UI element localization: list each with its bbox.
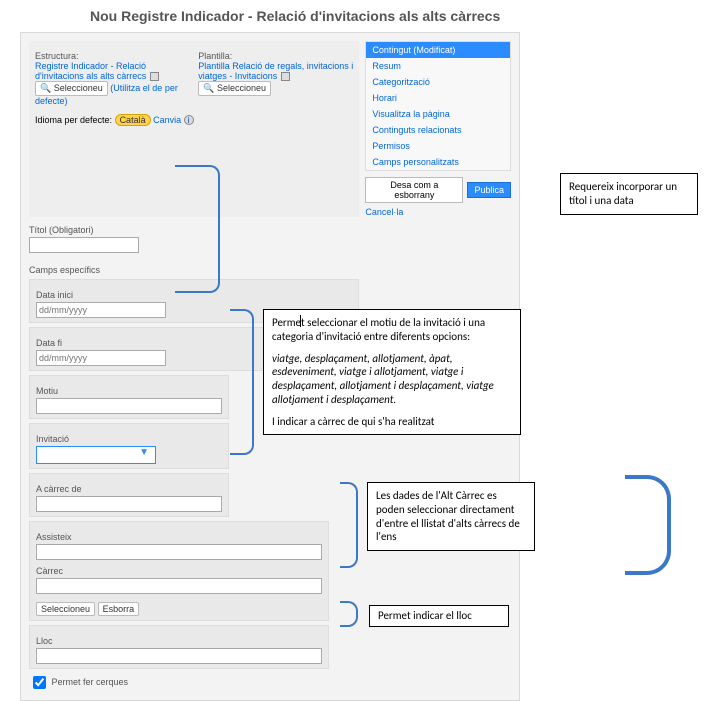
structure-link[interactable]: Registre Indicador - Relació d'invitacio…: [35, 61, 146, 81]
annotation-lloc: Permet indicar el lloc: [369, 605, 509, 627]
info-icon[interactable]: i: [184, 115, 194, 125]
annotation-motiu-p3: I indicar a càrrec de qui s'ha realitzat: [272, 415, 512, 429]
nav-item-custom-fields[interactable]: Camps personalitzats: [366, 154, 510, 170]
motiu-label: Motiu: [36, 386, 222, 396]
lloc-input[interactable]: [36, 648, 322, 664]
brace-1: [175, 165, 220, 293]
search-checkbox[interactable]: [33, 676, 46, 689]
invitacio-label: Invitació: [36, 434, 222, 444]
data-inici-input[interactable]: [36, 302, 166, 318]
carrec-input[interactable]: [36, 578, 322, 594]
nav-item-summary[interactable]: Resum: [366, 58, 510, 74]
carrec-label: Càrrec: [36, 566, 322, 576]
assisteix-label: Assisteix: [36, 532, 322, 542]
edit-icon[interactable]: [281, 72, 290, 81]
side-nav: Contingut (Modificat) Resum Categoritzac…: [365, 41, 511, 217]
a-carrec-label: A càrrec de: [36, 484, 222, 494]
text-cursor: [300, 315, 301, 327]
brace-large: [625, 475, 671, 575]
annotation-motiu-p2: viatge, desplaçament, allotjament, àpat,…: [272, 352, 512, 407]
change-language-link[interactable]: Canvia: [153, 115, 181, 125]
nav-item-content[interactable]: Contingut (Modificat): [366, 42, 510, 58]
lloc-group: Lloc: [29, 625, 329, 669]
motiu-input[interactable]: [36, 398, 222, 414]
nav-item-schedule[interactable]: Horari: [366, 90, 510, 106]
search-icon: 🔍: [203, 83, 214, 93]
annotation-title-date: Requereix incorporar un títol i una data: [560, 173, 698, 215]
structure-select-button[interactable]: 🔍 Seleccioneu: [35, 81, 108, 96]
title-input[interactable]: [29, 237, 139, 253]
cancel-link[interactable]: Cancel·la: [365, 207, 511, 217]
nav-item-preview[interactable]: Visualitza la pàgina: [366, 106, 510, 122]
brace-4: [340, 601, 358, 627]
save-draft-button[interactable]: Desa com a esborrany: [365, 177, 463, 203]
brace-2: [230, 309, 254, 455]
template-label: Plantilla:: [198, 51, 353, 61]
a-carrec-group: A càrrec de: [29, 473, 229, 517]
publish-button[interactable]: Publica: [467, 182, 511, 198]
annotation-alt-carrec: Les dades de l'Alt Càrrec es poden selec…: [367, 482, 535, 551]
nav-item-permissions[interactable]: Permisos: [366, 138, 510, 154]
template-select-button[interactable]: 🔍 Seleccioneu: [198, 81, 271, 96]
page-title: Nou Registre Indicador - Relació d'invit…: [0, 0, 715, 32]
motiu-group: Motiu: [29, 375, 229, 419]
delete-person-button[interactable]: Esborra: [98, 602, 140, 616]
nav-item-categorization[interactable]: Categorització: [366, 74, 510, 90]
search-icon: 🔍: [40, 83, 51, 93]
annotation-motiu: Permet seleccionar el motiu de la invita…: [263, 309, 521, 435]
lloc-label: Lloc: [36, 636, 322, 646]
assisteix-input[interactable]: [36, 544, 322, 560]
template-link[interactable]: Plantilla Relació de regals, invitacions…: [198, 61, 353, 81]
language-badge: Català: [115, 114, 151, 126]
structure-label: Estructura:: [35, 51, 190, 61]
brace-3: [340, 482, 358, 568]
search-checkbox-label: Permet fer cerques: [52, 677, 129, 687]
nav-item-related[interactable]: Continguts relacionats: [366, 122, 510, 138]
select-person-button[interactable]: Seleccioneu: [36, 602, 95, 616]
invitacio-group: Invitació ▼: [29, 423, 229, 469]
annotation-motiu-p1: Permet seleccionar el motiu de la invita…: [272, 316, 512, 344]
data-fi-input[interactable]: [36, 350, 166, 366]
language-label: Idioma per defecte:: [35, 115, 112, 125]
invitacio-select[interactable]: ▼: [36, 446, 156, 464]
edit-icon[interactable]: [150, 72, 159, 81]
a-carrec-input[interactable]: [36, 496, 222, 512]
assisteix-group: Assisteix Càrrec Seleccioneu Esborra: [29, 521, 329, 621]
